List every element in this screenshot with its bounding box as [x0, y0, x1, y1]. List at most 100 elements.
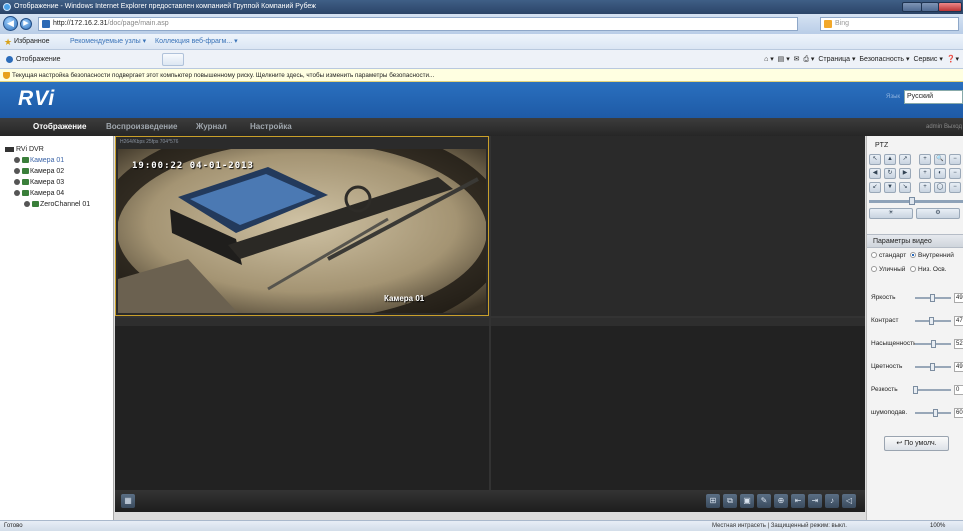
new-tab-button[interactable]	[162, 53, 184, 66]
record-button-icon[interactable]: ▣	[740, 494, 754, 508]
safety-menu[interactable]: Безопасность ▾	[859, 56, 909, 63]
print-icon[interactable]: ⎙ ▾	[803, 56, 814, 63]
tree-camera-3[interactable]: Камера 03	[14, 178, 64, 188]
zoom-icon[interactable]: ⊕	[774, 494, 788, 508]
video-pane-4[interactable]	[491, 318, 865, 494]
favorites-button[interactable]: Избранное	[14, 34, 49, 50]
video-params-header[interactable]: Параметры видео	[867, 234, 963, 248]
video-pane-3[interactable]	[115, 318, 489, 494]
sharpness-slider-handle[interactable]	[913, 386, 918, 394]
feeds-icon[interactable]: ▤ ▾	[778, 56, 790, 63]
zoom-level[interactable]: 100%	[930, 521, 945, 531]
ptz-up-left-button[interactable]: ↖	[869, 154, 881, 165]
ptz-up-right-button[interactable]: ↗	[899, 154, 911, 165]
menu-log[interactable]: Журнал	[196, 118, 227, 136]
edit-icon[interactable]: ✎	[757, 494, 771, 508]
stop-all-icon[interactable]: ⊞	[706, 494, 720, 508]
back-button[interactable]: ◀	[3, 16, 18, 31]
saturation-slider-handle[interactable]	[930, 340, 936, 348]
ptz-focus-far-button[interactable]: −	[949, 168, 961, 179]
audio-icon[interactable]: ♪	[825, 494, 839, 508]
volume-icon[interactable]: ◁	[842, 494, 856, 508]
ptz-zoom-in-button[interactable]: +	[919, 154, 931, 165]
menu-playback[interactable]: Воспроизведение	[106, 118, 178, 136]
status-text: Готово	[4, 523, 23, 529]
tree-camera-1[interactable]: Камера 01	[14, 156, 64, 166]
menu-settings[interactable]: Настройка	[250, 118, 292, 136]
sharpness-slider[interactable]	[915, 389, 951, 391]
search-input[interactable]: Bing	[820, 17, 959, 31]
close-button[interactable]	[938, 2, 962, 12]
ptz-wiper-button[interactable]: ⚙	[916, 208, 960, 219]
security-info-bar[interactable]: Текущая настройка безопасности подвергае…	[0, 69, 963, 82]
maximize-button[interactable]	[921, 2, 939, 12]
ptz-zoom-icon-button[interactable]: 🔍	[934, 154, 946, 165]
ptz-iris-open-button[interactable]: +	[919, 182, 931, 193]
ptz-right-button[interactable]: ▶	[899, 168, 911, 179]
ptz-zoom-out-button[interactable]: −	[949, 154, 961, 165]
contrast-slider-handle[interactable]	[928, 317, 934, 325]
video-params-title: Параметры видео	[873, 238, 932, 245]
ptz-down-left-button[interactable]: ↙	[869, 182, 881, 193]
record-icon	[14, 168, 20, 175]
forward-button[interactable]: ▶	[20, 18, 32, 30]
address-input[interactable]: http://172.16.2.31/doc/page/main.asp	[38, 17, 798, 31]
mode-lowlight[interactable]: Низ. Осв.	[910, 265, 946, 275]
radio-indoor[interactable]	[910, 252, 916, 258]
ptz-iris-close-button[interactable]: −	[949, 182, 961, 193]
menu-live-view[interactable]: Отображение	[33, 118, 86, 136]
home-icon[interactable]: ⌂ ▾	[764, 56, 774, 63]
radio-standard[interactable]	[871, 252, 877, 258]
browser-tab[interactable]: Отображение	[4, 52, 164, 67]
tree-root[interactable]: RVi DVR	[5, 145, 44, 155]
ptz-auto-button[interactable]: ↻	[884, 168, 896, 179]
video-pane-2[interactable]	[491, 136, 865, 316]
mode-indoor[interactable]: Внутренний	[910, 251, 954, 261]
main-menu: Отображение Воспроизведение Журнал Настр…	[0, 118, 963, 136]
hue-slider-handle[interactable]	[929, 363, 935, 371]
saturation-value-input[interactable]: 52	[954, 339, 963, 349]
bing-icon	[824, 20, 832, 28]
tree-zero-channel[interactable]: ZeroChannel 01	[24, 200, 90, 210]
favorites-link-suggested[interactable]: Рекомендуемые узлы ▾	[70, 34, 146, 50]
snapshot-icon[interactable]: ⧉	[723, 494, 737, 508]
ptz-focus-near-button[interactable]: +	[919, 168, 931, 179]
default-button[interactable]: ↩ По умолч.	[884, 436, 949, 451]
help-icon[interactable]: ❓▾	[947, 56, 959, 63]
denoise-value-input[interactable]: 60	[954, 408, 963, 418]
minimize-button[interactable]	[902, 2, 922, 12]
sharpness-value-input[interactable]: 0	[954, 385, 963, 395]
stream-info: H264/Kbps 25fps 704*576	[120, 139, 179, 145]
ptz-down-right-button[interactable]: ↘	[899, 182, 911, 193]
ptz-down-button[interactable]: ▼	[884, 182, 896, 193]
prev-page-icon[interactable]: ⇤	[791, 494, 805, 508]
camera-2-label: Камера 02	[30, 168, 65, 175]
layout-icon[interactable]: ▦	[121, 494, 135, 508]
language-select[interactable]: Русский	[904, 90, 963, 104]
page-menu[interactable]: Страница ▾	[818, 56, 855, 63]
favorites-link-webslices[interactable]: Коллекция веб-фрагм... ▾	[155, 34, 238, 50]
radio-outdoor[interactable]	[871, 266, 877, 272]
ptz-speed-handle[interactable]	[908, 197, 915, 205]
brightness-value-input[interactable]: 49	[954, 293, 963, 303]
ptz-left-button[interactable]: ◀	[869, 168, 881, 179]
ptz-focus-icon-button[interactable]: ◐	[934, 168, 946, 179]
tools-menu[interactable]: Сервис ▾	[913, 56, 942, 63]
ptz-up-button[interactable]: ▲	[884, 154, 896, 165]
contrast-value-input[interactable]: 47	[954, 316, 963, 326]
mail-icon[interactable]: ✉	[794, 56, 800, 63]
user-info[interactable]: admin Выход	[926, 118, 962, 136]
tree-camera-2[interactable]: Камера 02	[14, 167, 64, 177]
video-pane-1[interactable]: H264/Kbps 25fps 704*576 19:00:22 04-01-2…	[115, 136, 489, 316]
radio-lowlight[interactable]	[910, 266, 916, 272]
denoise-slider-handle[interactable]	[933, 409, 939, 417]
ptz-light-button[interactable]: ☀	[869, 208, 913, 219]
hue-value-input[interactable]: 49	[954, 362, 963, 372]
next-page-icon[interactable]: ⇥	[808, 494, 822, 508]
brightness-slider-handle[interactable]	[929, 294, 935, 302]
tree-camera-4[interactable]: Камера 04	[14, 189, 64, 199]
ptz-speed-slider[interactable]	[869, 200, 963, 203]
mode-standard[interactable]: стандарт	[871, 251, 906, 261]
ptz-iris-icon-button[interactable]: ◯	[934, 182, 946, 193]
mode-outdoor[interactable]: Уличный	[871, 265, 905, 275]
